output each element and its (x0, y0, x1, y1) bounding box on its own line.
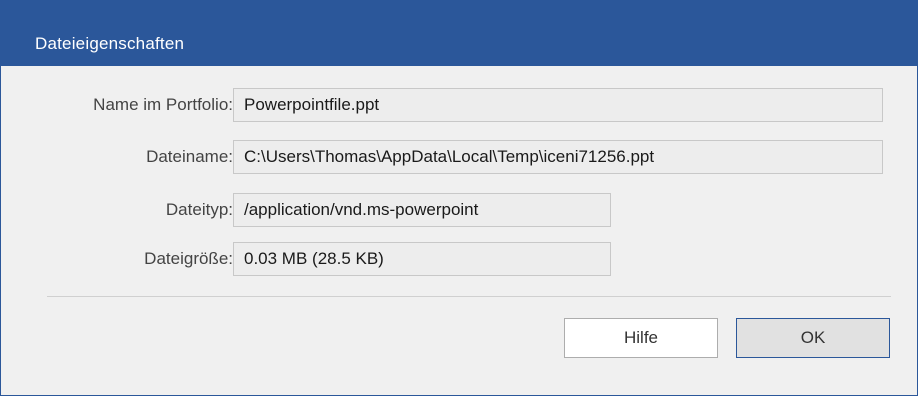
portfolio-name-label: Name im Portfolio: (93, 95, 233, 114)
property-row-filename: Dateiname: C:\Users\Thomas\AppData\Local… (1, 140, 918, 174)
filetype-label: Dateityp: (165, 200, 233, 219)
separator-line (47, 296, 891, 297)
property-row-portfolio-name: Name im Portfolio: Powerpointfile.ppt (1, 88, 918, 122)
ok-button[interactable]: OK (736, 318, 890, 358)
filetype-field[interactable]: /application/vnd.ms-powerpoint (233, 193, 611, 227)
portfolio-name-field[interactable]: Powerpointfile.ppt (233, 88, 883, 122)
filesize-label: Dateigröße: (144, 249, 233, 268)
property-row-filesize: Dateigröße: 0.03 MB (28.5 KB) (1, 242, 918, 276)
filename-field[interactable]: C:\Users\Thomas\AppData\Local\Temp\iceni… (233, 140, 883, 174)
filename-label: Dateiname: (146, 147, 233, 166)
title-bar: Dateieigenschaften (1, 0, 917, 66)
dialog-title: Dateieigenschaften (35, 34, 185, 53)
property-row-filetype: Dateityp: /application/vnd.ms-powerpoint (1, 193, 918, 227)
help-button[interactable]: Hilfe (564, 318, 718, 358)
file-properties-dialog: Dateieigenschaften Name im Portfolio: Po… (0, 0, 918, 396)
filesize-field[interactable]: 0.03 MB (28.5 KB) (233, 242, 611, 276)
